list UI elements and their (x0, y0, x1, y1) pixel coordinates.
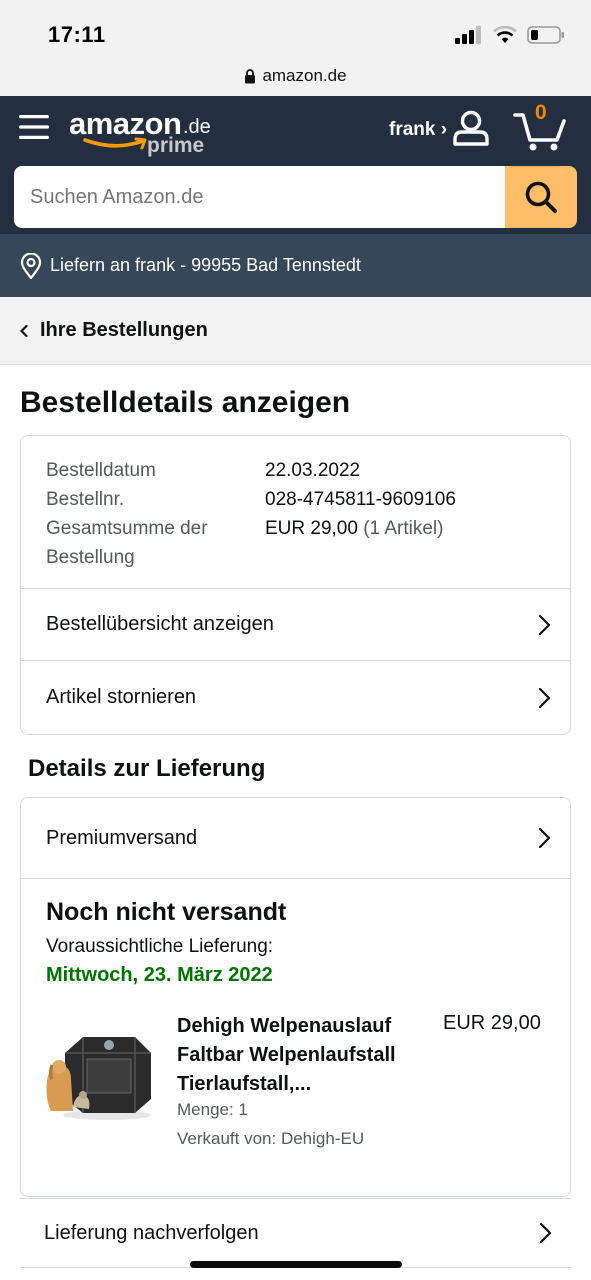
cart-count-badge: 0 (535, 101, 547, 124)
shipment-status: Noch nicht versandt (46, 898, 287, 926)
search-button[interactable] (505, 166, 577, 228)
expected-delivery-date: Mittwoch, 23. März 2022 (46, 964, 273, 986)
status-bar: 17:11 (0, 0, 591, 56)
search-icon (525, 181, 557, 213)
view-order-summary-link[interactable]: Bestellübersicht anzeigen (21, 588, 570, 660)
user-account-icon[interactable] (452, 110, 490, 146)
cancel-items-label: Artikel stornieren (46, 686, 197, 708)
hamburger-menu-icon[interactable] (19, 114, 49, 140)
expected-delivery-label: Voraussichtliche Lieferung: (46, 936, 274, 957)
order-summary: Bestelldatum 22.03.2022 Bestellnr. 028-4… (46, 456, 456, 572)
chevron-right-icon (538, 614, 551, 635)
breadcrumb[interactable]: Ihre Bestellungen (0, 297, 591, 365)
order-total-label-line2: Bestellung (46, 547, 135, 568)
order-total-label-line1: Gesamtsumme der (46, 518, 208, 539)
page-title: Bestelldetails anzeigen (20, 386, 351, 419)
order-info-card: Bestelldatum 22.03.2022 Bestellnr. 028-4… (20, 435, 571, 735)
url-bar[interactable]: amazon.de (0, 56, 591, 96)
chevron-left-icon (20, 324, 28, 337)
order-item-count: (1 Artikel) (363, 518, 444, 539)
breadcrumb-label: Ihre Bestellungen (40, 319, 208, 341)
product-image[interactable] (43, 1023, 155, 1123)
order-total-value: EUR 29,00 (265, 518, 358, 539)
wifi-icon (493, 26, 517, 43)
status-time: 17:11 (48, 22, 106, 47)
track-delivery-link[interactable]: Lieferung nachverfolgen (20, 1198, 571, 1268)
product-title-link[interactable]: Dehigh Welpenauslauf Faltbar Welpenlaufs… (177, 1012, 437, 1099)
cart-button[interactable]: 0 (512, 101, 568, 152)
account-name-link[interactable]: frank › (389, 119, 447, 141)
delivery-card: Premiumversand Noch nicht versandt Vorau… (20, 797, 571, 1197)
battery-icon (527, 26, 564, 44)
home-indicator[interactable] (190, 1261, 402, 1268)
order-number-label: Bestellnr. (46, 489, 125, 510)
smile-arrow-icon (83, 137, 147, 150)
location-pin-icon (20, 252, 42, 279)
search-bar (0, 166, 591, 234)
deliver-to-text: Liefern an frank - 99955 Bad Tennstedt (50, 255, 361, 275)
order-date-value: 22.03.2022 (265, 460, 361, 481)
lock-icon (245, 68, 256, 83)
product-title-line: Faltbar Welpenlaufstall (177, 1044, 396, 1066)
product-price: EUR 29,00 (443, 1012, 541, 1034)
divider (21, 878, 570, 879)
product-title-line: Tierlaufstall,... (177, 1073, 312, 1095)
product-seller: Verkauft von: Dehigh-EU (177, 1129, 365, 1148)
cancel-items-link[interactable]: Artikel stornieren (21, 660, 570, 734)
deliver-to-bar[interactable]: Liefern an frank - 99955 Bad Tennstedt (0, 234, 591, 297)
chevron-right-icon (538, 827, 551, 849)
delivery-section-title: Details zur Lieferung (28, 755, 266, 782)
chevron-right-icon (538, 687, 551, 708)
product-quantity: Menge: 1 (177, 1100, 248, 1119)
cellular-signal-icon (455, 26, 481, 44)
product-title-line: Dehigh Welpenauslauf (177, 1015, 392, 1037)
chevron-right-icon (539, 1222, 552, 1244)
order-number-value: 028-4745811-9609106 (265, 489, 456, 510)
view-order-summary-label: Bestellübersicht anzeigen (46, 613, 274, 635)
url-text: amazon.de (262, 66, 347, 85)
track-delivery-label: Lieferung nachverfolgen (44, 1221, 259, 1244)
status-icons (455, 24, 565, 46)
order-date-label: Bestelldatum (46, 460, 156, 481)
shipping-method-label: Premiumversand (46, 826, 198, 849)
amazon-prime-logo[interactable]: amazon .de prime (69, 106, 219, 158)
logo-prime: prime (147, 134, 205, 157)
search-input[interactable] (14, 166, 506, 228)
amazon-header: amazon .de prime frank › 0 (0, 96, 591, 166)
shipping-method-link[interactable]: Premiumversand (21, 798, 570, 878)
